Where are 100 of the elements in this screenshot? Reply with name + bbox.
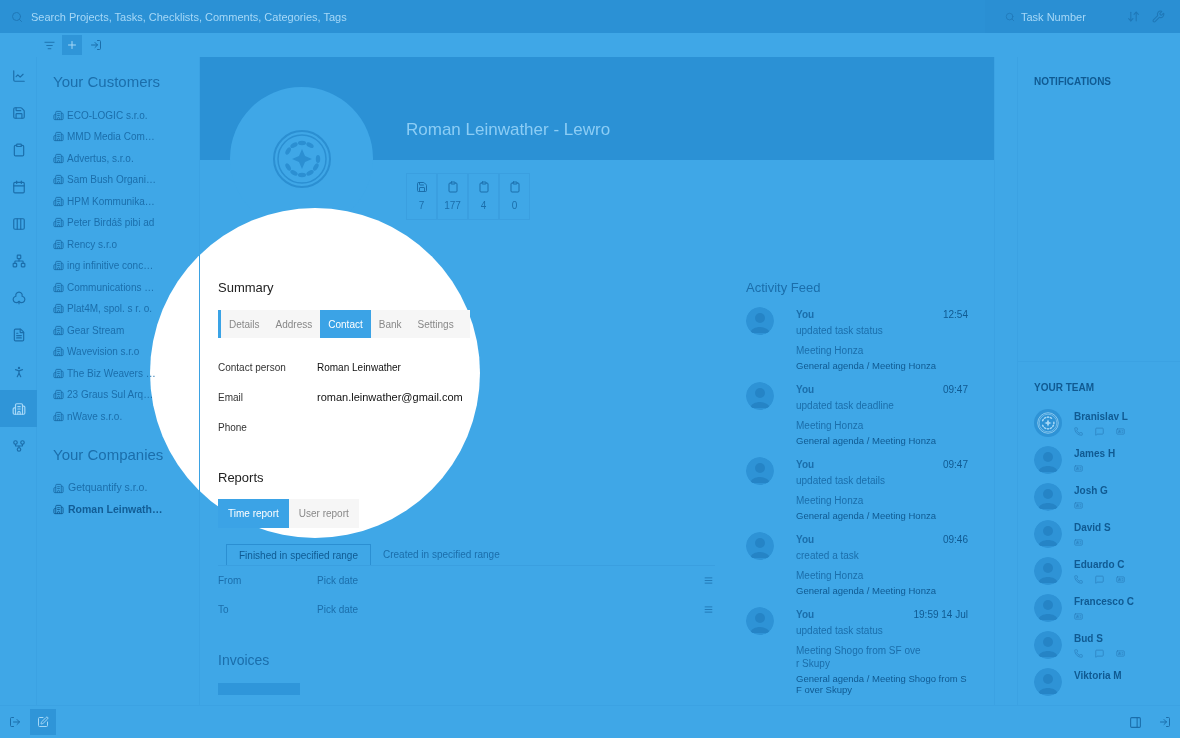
customer-name: Gear Stream bbox=[67, 323, 125, 338]
member-name[interactable]: David S bbox=[1074, 520, 1111, 535]
columns-icon bbox=[11, 216, 26, 231]
buildings-icon bbox=[53, 217, 64, 229]
customer-name: HPM Kommunika… bbox=[67, 194, 155, 209]
tab[interactable]: Settings bbox=[409, 310, 462, 338]
customer-item[interactable]: Communications … bbox=[53, 276, 199, 298]
clipboard-icon bbox=[11, 142, 26, 157]
customer-item[interactable]: Gear Stream bbox=[53, 319, 199, 341]
date-field[interactable]: Pick date bbox=[317, 573, 517, 588]
member-name[interactable]: Branislav L bbox=[1074, 409, 1128, 424]
phone-icon bbox=[1074, 575, 1083, 584]
activity-path[interactable]: General agenda / Meeting Shogo from SF over Skupy bbox=[796, 673, 968, 695]
customer-item[interactable]: Sam Bush Organi… bbox=[53, 169, 199, 191]
buildings-icon bbox=[11, 401, 26, 416]
chat-icon bbox=[1095, 427, 1104, 436]
card-icon bbox=[1074, 464, 1083, 473]
activity-path[interactable]: General agenda / Meeting Honza bbox=[796, 510, 968, 521]
date-field[interactable]: Pick date bbox=[317, 602, 517, 617]
customer-item[interactable]: MMD Media Com… bbox=[53, 126, 199, 148]
field-label: Contact person bbox=[218, 360, 287, 375]
avatar bbox=[1034, 520, 1062, 548]
login-icon bbox=[1159, 716, 1171, 728]
activity-task[interactable]: Meeting Honza bbox=[796, 344, 921, 357]
tab[interactable]: Address bbox=[267, 310, 321, 338]
add-button[interactable] bbox=[62, 35, 82, 55]
login-icon bbox=[90, 39, 102, 51]
save-icon bbox=[415, 180, 428, 193]
buildings-icon bbox=[53, 195, 64, 207]
activity-task[interactable]: Meeting Honza bbox=[796, 494, 921, 507]
company-name: Getquantify s.r.o. bbox=[68, 480, 148, 496]
buildings-icon bbox=[53, 281, 64, 293]
activity-path[interactable]: General agenda / Meeting Honza bbox=[796, 585, 968, 596]
tab[interactable]: Time report bbox=[218, 499, 289, 528]
stat-value: 177 bbox=[444, 198, 461, 213]
customer-item[interactable]: Wavevision s.r.o bbox=[53, 341, 199, 363]
activity-action: updated task deadline bbox=[796, 399, 895, 413]
company-item[interactable]: Roman Leinwath… bbox=[53, 499, 199, 521]
panel-icon bbox=[1128, 715, 1142, 729]
fork-icon bbox=[11, 438, 26, 453]
buildings-icon bbox=[53, 367, 64, 379]
customer-item[interactable]: HPM Kommunika… bbox=[53, 190, 199, 212]
member-name[interactable]: Bud S bbox=[1074, 631, 1125, 646]
section-title: Reports bbox=[218, 469, 265, 485]
customer-item[interactable]: nWave s.r.o. bbox=[53, 405, 199, 427]
nav-item[interactable] bbox=[0, 390, 37, 427]
list-icon bbox=[704, 605, 713, 614]
member-name[interactable]: James H bbox=[1074, 446, 1116, 461]
buildings-icon bbox=[53, 238, 64, 250]
plus-icon bbox=[66, 39, 78, 51]
avatar bbox=[746, 307, 774, 335]
customer-item[interactable]: 23 Graus Sul Arq… bbox=[53, 384, 199, 406]
member-name[interactable]: Eduardo C bbox=[1074, 557, 1125, 572]
activity-author: You bbox=[796, 308, 815, 322]
activity-path[interactable]: General agenda / Meeting Honza bbox=[796, 435, 968, 446]
list-icon bbox=[704, 576, 713, 585]
save-icon bbox=[11, 105, 26, 120]
search-field[interactable]: Search Projects, Tasks, Checklists, Comments, Categories, Tags bbox=[0, 0, 985, 33]
buildings-icon bbox=[53, 109, 64, 121]
buildings-icon bbox=[53, 303, 64, 315]
card-icon bbox=[1074, 612, 1083, 621]
tab[interactable]: User report bbox=[288, 499, 359, 528]
settings-button[interactable] bbox=[1150, 8, 1167, 25]
member-name[interactable]: Francesco C bbox=[1074, 594, 1135, 609]
customer-name: nWave s.r.o. bbox=[67, 409, 123, 424]
panel-title: NOTIFICATIONS bbox=[1034, 75, 1113, 89]
activity-author: You bbox=[796, 608, 815, 622]
field-value: roman.leinwather@gmail.com bbox=[317, 389, 463, 405]
chat-icon bbox=[1095, 649, 1104, 658]
avatar bbox=[746, 532, 774, 560]
stat-value: 4 bbox=[480, 198, 487, 213]
card-icon bbox=[1116, 427, 1125, 436]
customer-name: Communications … bbox=[67, 280, 155, 295]
member-name[interactable]: Josh G bbox=[1074, 483, 1108, 498]
task-number-field[interactable]: Task Number bbox=[985, 0, 1125, 33]
activity-path[interactable]: General agenda / Meeting Honza bbox=[796, 360, 968, 371]
card-icon bbox=[1074, 538, 1083, 547]
activity-time: 12:54 bbox=[942, 308, 968, 322]
panel-title: YOUR TEAM bbox=[1034, 381, 1095, 395]
tab[interactable]: Finished in specified range bbox=[226, 544, 371, 565]
tab[interactable]: Contact bbox=[320, 310, 371, 338]
avatar bbox=[746, 457, 774, 485]
buildings-icon bbox=[53, 131, 64, 143]
company-item[interactable]: Getquantify s.r.o. bbox=[53, 477, 199, 499]
tab[interactable]: Bank bbox=[370, 310, 410, 338]
filter-icon bbox=[43, 39, 55, 51]
field-value: Roman Leinwather bbox=[317, 360, 401, 375]
avatar bbox=[1034, 483, 1062, 511]
activity-action: created a task bbox=[796, 549, 860, 563]
section-title: Activity Feed bbox=[746, 279, 822, 295]
edit-button[interactable] bbox=[30, 709, 56, 735]
activity-task[interactable]: Meeting Honza bbox=[796, 569, 921, 582]
member-name[interactable]: Viktoria M bbox=[1074, 668, 1122, 683]
search-icon bbox=[11, 11, 23, 23]
activity-task[interactable]: Meeting Honza bbox=[796, 419, 921, 432]
clipboard-icon bbox=[508, 180, 521, 193]
activity-action: updated task details bbox=[796, 474, 886, 488]
buildings-icon bbox=[53, 260, 64, 272]
avatar bbox=[746, 382, 774, 410]
tab[interactable]: Details bbox=[221, 310, 268, 338]
